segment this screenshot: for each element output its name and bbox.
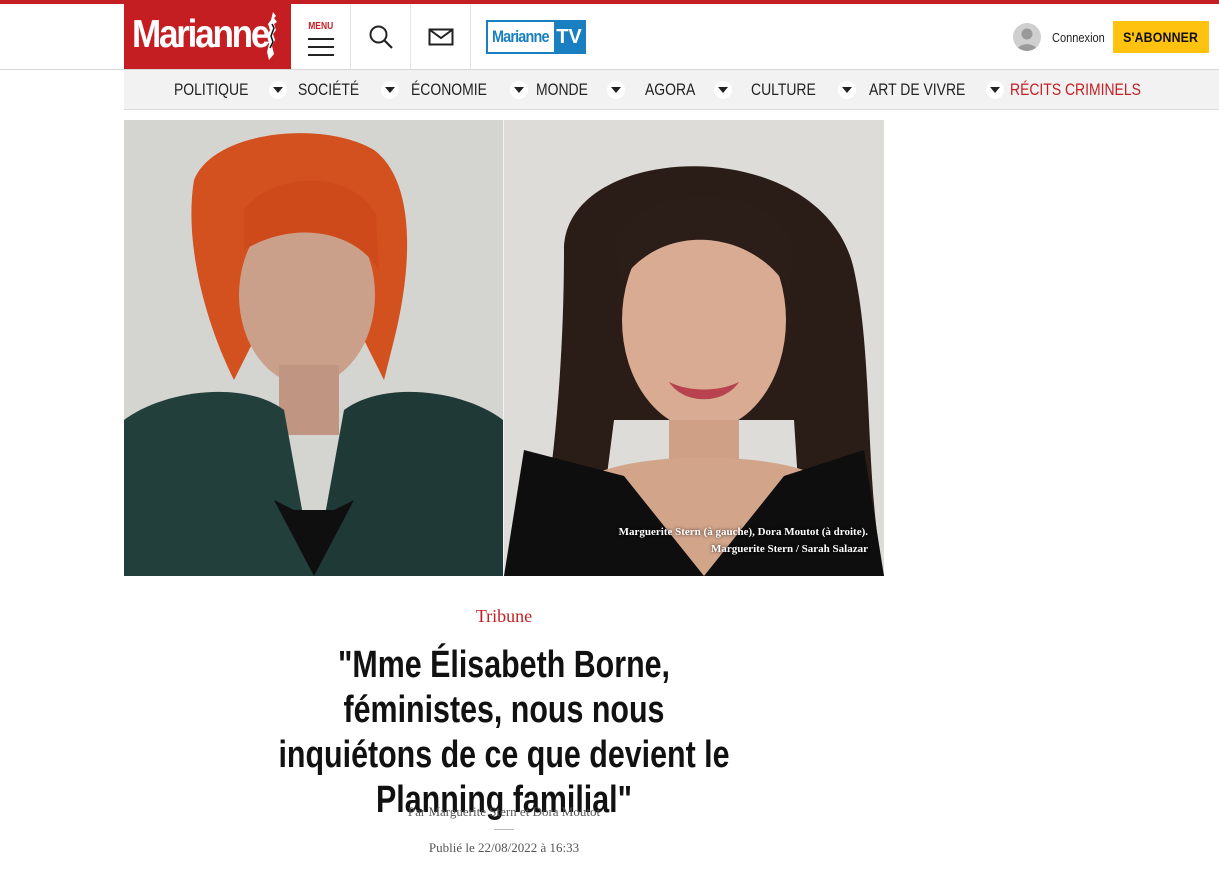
chevron-down-icon[interactable] xyxy=(838,81,857,99)
nav-item-label: Agora xyxy=(645,80,696,99)
menu-button[interactable]: MENU xyxy=(291,4,351,69)
caption-credit: Marguerite Stern / Sarah Salazar xyxy=(710,543,868,555)
subscribe-button[interactable]: S'ABONNER xyxy=(1113,21,1209,53)
marianne-figure-icon xyxy=(267,12,277,60)
subscribe-label: S'ABONNER xyxy=(1123,29,1199,45)
tv-logo-suffix: TV xyxy=(554,22,584,52)
article-category[interactable]: Tribune xyxy=(124,606,884,627)
article-byline: Par Marguerite Stern et Dora Moutot xyxy=(407,804,601,819)
main-nav: Politique Société Économie Monde Agora C… xyxy=(124,70,1219,110)
nav-item-label: Monde xyxy=(536,80,588,99)
article-title: "Mme Élisabeth Borne, féministes, nous n… xyxy=(214,643,794,823)
caption-line1: Marguerite Stern (à gauche), Dora Moutot… xyxy=(618,526,868,538)
mail-icon xyxy=(428,28,453,45)
nav-item-culture[interactable]: Culture xyxy=(751,70,857,110)
article-hero-image: Marguerite Stern (à gauche), Dora Moutot… xyxy=(124,120,884,576)
search-icon xyxy=(369,25,393,49)
newsletter-button[interactable] xyxy=(411,4,471,69)
logo-text: Marianne xyxy=(132,13,270,56)
portrait-left xyxy=(124,120,503,576)
nav-item-label: Récits criminels xyxy=(1010,80,1141,99)
hamburger-icon xyxy=(307,38,334,56)
nav-item-label: Art de vivre xyxy=(869,80,966,99)
portrait-right xyxy=(504,120,884,576)
nav-item-economie[interactable]: Économie xyxy=(411,70,528,110)
site-header: Marianne MENU Marianne TV Connexion S'AB… xyxy=(0,4,1219,70)
login-link[interactable]: Connexion xyxy=(1052,30,1105,45)
nav-item-monde[interactable]: Monde xyxy=(536,70,626,110)
nav-item-label: Société xyxy=(298,80,360,99)
chevron-down-icon[interactable] xyxy=(714,81,733,99)
nav-item-art-de-vivre[interactable]: Art de vivre xyxy=(869,70,1005,110)
user-avatar-icon[interactable] xyxy=(1013,23,1041,51)
chevron-down-icon[interactable] xyxy=(986,81,1005,99)
chevron-down-icon[interactable] xyxy=(509,81,528,99)
menu-label: MENU xyxy=(307,21,334,32)
chevron-down-icon[interactable] xyxy=(268,81,287,99)
nav-item-label: Politique xyxy=(174,80,249,99)
nav-item-label: Économie xyxy=(411,80,487,99)
article-title-text: "Mme Élisabeth Borne, féministes, nous n… xyxy=(278,644,730,821)
photo-caption: Marguerite Stern (à gauche), Dora Moutot… xyxy=(619,524,868,558)
tv-logo-main: Marianne xyxy=(492,27,549,46)
marianne-logo[interactable]: Marianne xyxy=(124,4,291,69)
marianne-tv-link[interactable]: Marianne TV xyxy=(486,20,586,54)
nav-item-societe[interactable]: Société xyxy=(298,70,399,110)
nav-item-recits-criminels[interactable]: Récits criminels xyxy=(1010,70,1170,110)
chevron-down-icon[interactable] xyxy=(380,81,399,99)
nav-item-label: Culture xyxy=(751,80,816,99)
article-publish-date: Publié le 22/08/2022 à 16:33 xyxy=(428,840,580,855)
nav-item-politique[interactable]: Politique xyxy=(174,70,287,110)
chevron-down-icon[interactable] xyxy=(607,81,626,99)
byline-separator xyxy=(494,829,514,830)
search-button[interactable] xyxy=(351,4,411,69)
nav-item-agora[interactable]: Agora xyxy=(645,70,733,110)
